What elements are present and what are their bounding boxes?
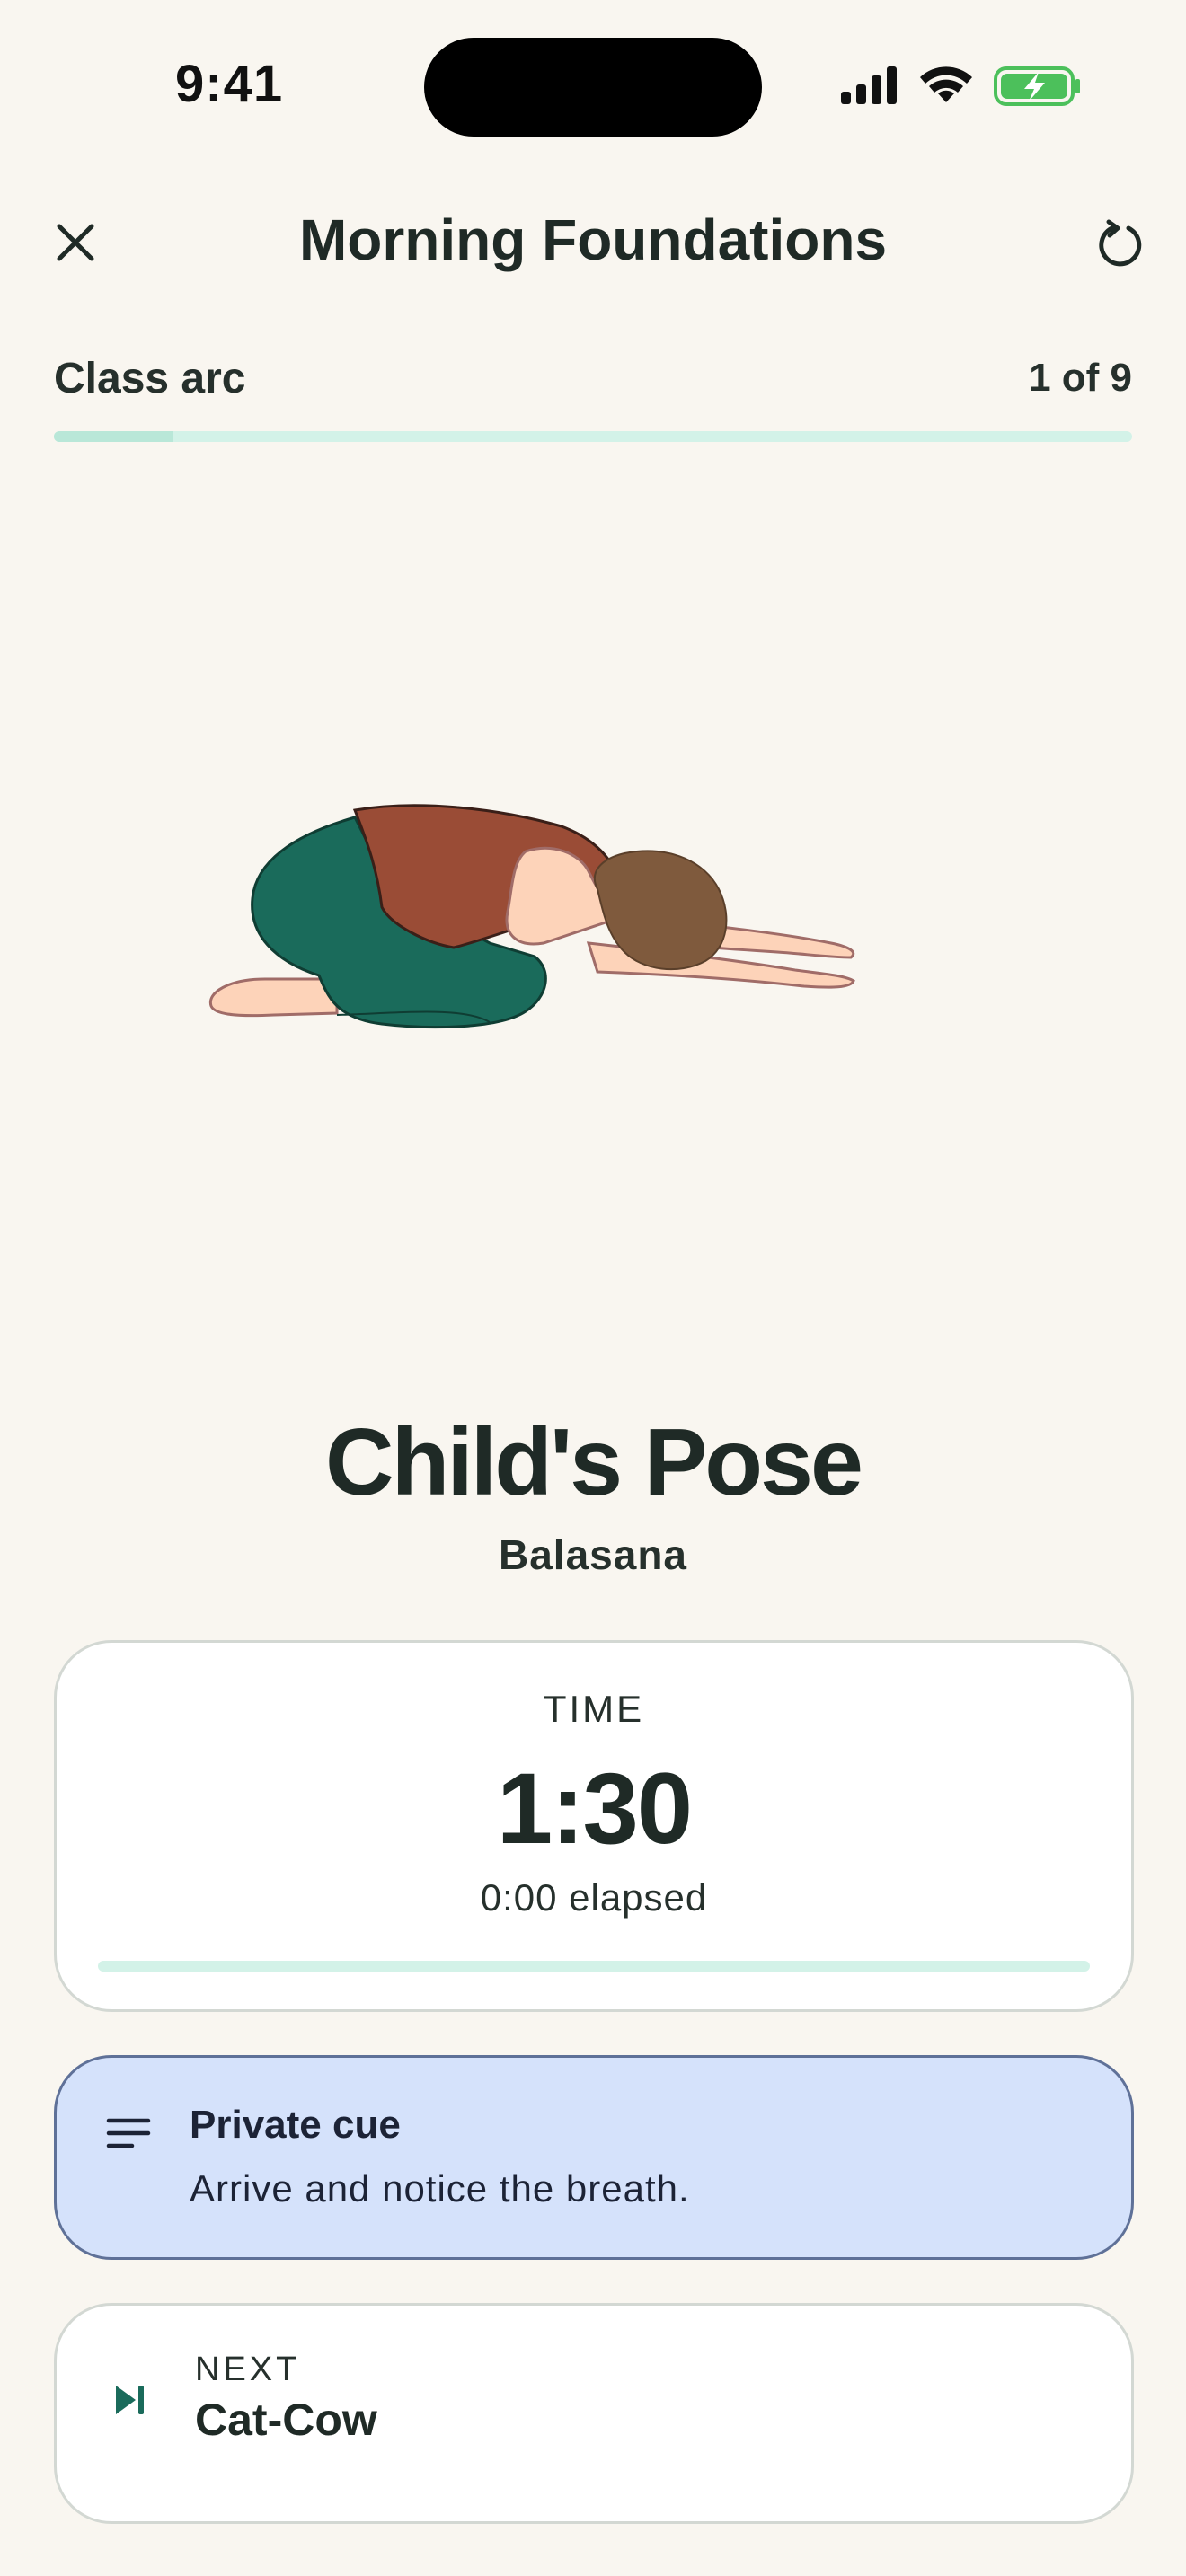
timer-value: 1:30 [496, 1752, 693, 1865]
status-icons [836, 59, 1080, 113]
pose-name: Child's Pose [325, 1409, 863, 1515]
timer-label: TIME [543, 1688, 645, 1730]
dynamic-island [424, 38, 762, 137]
private-cue-card: Private cue Arrive and notice the breath… [54, 2055, 1134, 2260]
class-arc-label: Class arc [54, 355, 246, 402]
next-pose-name: Cat-Cow [195, 2395, 377, 2445]
wifi-icon [920, 66, 972, 102]
restart-button[interactable] [1089, 212, 1152, 275]
childs-pose-illustration [202, 799, 993, 1051]
cue-text: Arrive and notice the breath. [190, 2167, 690, 2210]
page-title: Morning Foundations [298, 207, 888, 272]
pose-sanskrit-name: Balasana [498, 1531, 687, 1578]
class-arc-progress-fill [54, 431, 173, 442]
next-pose-card[interactable]: NEXT Cat-Cow [54, 2303, 1134, 2524]
signal-icon [841, 66, 897, 104]
battery-icon [994, 66, 1080, 106]
status-time: 9:41 [175, 55, 284, 113]
timer-progress [98, 1961, 1090, 1972]
class-arc-count: 1 of 9 [1029, 356, 1132, 400]
timer-card: TIME 1:30 0:00 elapsed [54, 1640, 1134, 2012]
next-label: NEXT [195, 2351, 301, 2388]
skip-next-icon [116, 2386, 144, 2414]
notes-icon [106, 2118, 151, 2148]
restart-icon [1099, 219, 1142, 267]
timer-elapsed: 0:00 elapsed [480, 1876, 708, 1919]
class-arc-progress [54, 431, 1132, 442]
cue-title: Private cue [190, 2103, 401, 2147]
